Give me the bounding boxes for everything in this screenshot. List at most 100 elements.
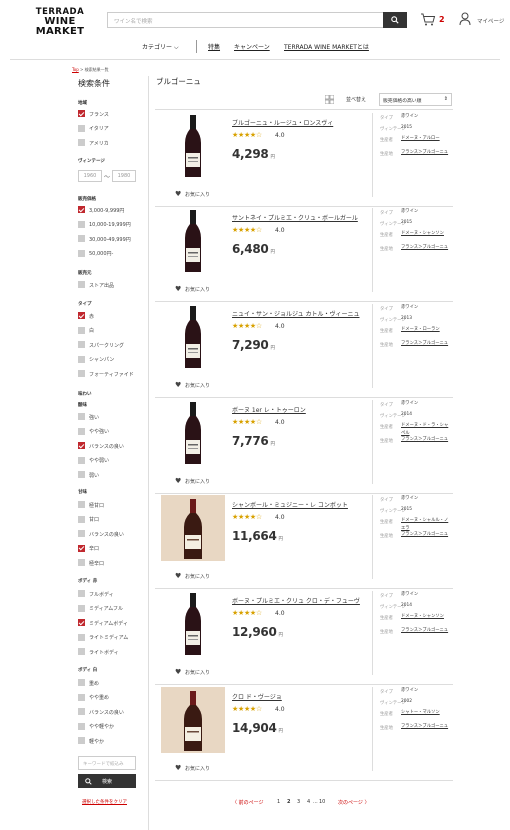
checkbox[interactable] [78, 708, 85, 715]
cart-button[interactable]: 2 [420, 12, 448, 28]
checkbox[interactable] [78, 281, 85, 288]
meta-origin-value[interactable]: フランス＞ブルゴーニュ [401, 627, 451, 635]
product-price: 11,664 円 [232, 529, 283, 543]
product-image[interactable] [161, 687, 225, 753]
product-image[interactable] [161, 591, 225, 657]
meta-producer-value[interactable]: シャトー・マルソン [401, 709, 451, 717]
product-name[interactable]: シャンボール・ミュジニー・レ コンボット [232, 500, 348, 509]
product-name[interactable]: ニュイ・サン・ジョルジュ カトル・ヴィーニュ [232, 309, 360, 318]
prev-page-link[interactable]: 〈 前のページ [232, 799, 264, 806]
meta-origin-value[interactable]: フランス＞ブルゴーニュ [401, 244, 451, 252]
checkbox[interactable] [78, 249, 85, 257]
option-label: アメリカ [89, 140, 109, 147]
nav-category[interactable]: カテゴリー ⌵ [142, 42, 179, 52]
page-link[interactable]: 4 [307, 799, 310, 805]
checkbox[interactable] [78, 124, 85, 132]
grid-view-icon[interactable] [325, 95, 334, 104]
checkbox[interactable] [78, 619, 85, 626]
card-divider [372, 304, 373, 388]
search-box[interactable]: ワイン名で検索 [107, 12, 407, 28]
checkbox[interactable] [78, 355, 85, 363]
product-name[interactable]: ボーヌ・プルミエ・クリュ クロ・デ・フューヴ [232, 596, 360, 605]
product-image[interactable] [161, 208, 225, 274]
heart-icon: ♥ [175, 668, 182, 676]
checkbox[interactable] [78, 544, 85, 552]
price-value: 11,664 [232, 529, 277, 543]
filter-search-button[interactable]: 検索 [78, 774, 136, 788]
nav-feature[interactable]: 特集 [208, 42, 220, 51]
meta-producer-value[interactable]: ドメーヌ・シャルル・ノエラ [401, 517, 451, 532]
meta-origin-value[interactable]: フランス＞ブルゴーニュ [401, 340, 451, 348]
clear-filters-link[interactable]: 選択した条件をクリア [82, 799, 127, 805]
product-image[interactable] [161, 495, 225, 561]
meta-origin-value[interactable]: フランス＞ブルゴーニュ [401, 149, 451, 157]
meta-producer-label: 生産者 [380, 138, 393, 143]
checkbox[interactable] [78, 679, 85, 686]
meta-origin-value[interactable]: フランス＞ブルゴーニュ [401, 723, 451, 731]
option-label: 3,000-9,999円 [89, 207, 125, 214]
checkbox[interactable] [78, 530, 85, 537]
product-name[interactable]: サントネイ・プルミエ・クリュ・ボールガール [232, 213, 358, 222]
product-card: ♥ お気に入り サントネイ・プルミエ・クリュ・ボールガール ★★★★☆ 4.0 6,480… [155, 208, 453, 303]
product-name[interactable]: ブルゴーニュ・ルージュ・ロンスヴィ [232, 118, 333, 127]
card-divider [372, 208, 373, 292]
checkbox[interactable] [78, 206, 85, 213]
checkbox[interactable] [78, 590, 85, 597]
product-image[interactable] [161, 304, 225, 370]
meta-producer-value[interactable]: ドメーヌ・アルロー [401, 135, 451, 143]
checkbox[interactable] [78, 471, 85, 478]
product-name[interactable]: クロ ド・ヴージョ [232, 692, 282, 701]
meta-producer-value[interactable]: ドメーヌ・シャンソン [401, 613, 451, 621]
checkbox[interactable] [78, 312, 85, 319]
breadcrumb-top[interactable]: Top [72, 67, 79, 72]
sort-select[interactable]: 販売価格の高い順 ⇕ [379, 93, 452, 106]
product-name[interactable]: ボーヌ 1er レ・トゥーロン [232, 405, 306, 414]
checkbox[interactable] [78, 559, 85, 566]
meta-producer-value[interactable]: ドメーヌ・ド・ラ・シャペル [401, 422, 451, 437]
checkbox[interactable] [78, 693, 85, 701]
vintage-to-input[interactable]: 1980 [112, 170, 136, 182]
checkbox[interactable] [78, 110, 85, 117]
checkbox[interactable] [78, 501, 85, 508]
checkbox[interactable] [78, 604, 85, 612]
checkbox[interactable] [78, 341, 85, 348]
meta-origin-value[interactable]: フランス＞ブルゴーニュ [401, 436, 451, 444]
search-input[interactable]: ワイン名で検索 [114, 17, 153, 25]
product-image[interactable] [161, 400, 225, 466]
checkbox[interactable] [78, 722, 85, 730]
checkbox[interactable] [78, 427, 85, 435]
meta-producer-value[interactable]: ドメーヌ・ローラン [401, 326, 451, 334]
keyword-input[interactable]: キーワードで絞込み [78, 756, 136, 770]
meta-producer-label: 生産者 [380, 616, 393, 621]
checkbox[interactable] [78, 515, 85, 523]
checkbox[interactable] [78, 326, 85, 334]
site-logo[interactable]: TERRADA WINE MARKET [20, 7, 100, 37]
page-link[interactable]: 10 [319, 799, 325, 805]
next-page-link[interactable]: 次のページ 〉 [338, 799, 370, 806]
meta-producer-value[interactable]: ドメーヌ・シャンソン [401, 230, 451, 238]
meta-origin-value[interactable]: フランス＞ブルゴーニュ [401, 531, 451, 539]
search-button[interactable] [383, 12, 407, 28]
checkbox[interactable] [78, 456, 85, 464]
nav-campaign[interactable]: キャンペーン [234, 42, 270, 51]
checkbox[interactable] [78, 442, 85, 449]
meta-vintage-value: 2014 [401, 412, 412, 417]
vintage-from-input[interactable]: 1960 [78, 170, 102, 182]
product-image[interactable] [161, 113, 225, 179]
checkbox[interactable] [78, 413, 85, 420]
nav-about[interactable]: TERRADA WINE MARKETとは [284, 42, 369, 51]
mypage-link[interactable]: マイページ [459, 12, 509, 28]
mypage-label: マイページ [477, 19, 505, 25]
checkbox[interactable] [78, 139, 85, 146]
page-link[interactable]: 3 [297, 799, 300, 805]
rating-value: 4.0 [275, 323, 285, 330]
checkbox[interactable] [78, 235, 85, 242]
yen-label: 円 [278, 633, 284, 638]
checkbox[interactable] [78, 737, 85, 744]
checkbox[interactable] [78, 648, 85, 655]
checkbox[interactable] [78, 633, 85, 641]
checkbox[interactable] [78, 220, 85, 228]
favorite-label: お気に入り [185, 574, 211, 580]
checkbox[interactable] [78, 370, 85, 377]
page-link[interactable]: 1 [277, 799, 280, 805]
